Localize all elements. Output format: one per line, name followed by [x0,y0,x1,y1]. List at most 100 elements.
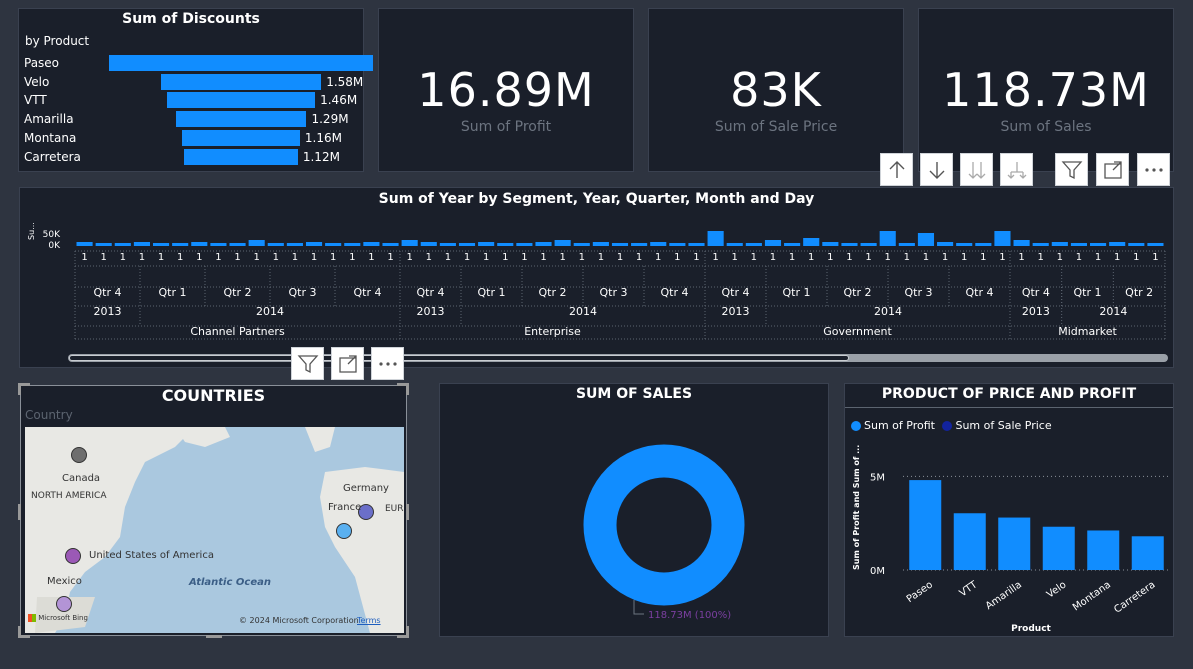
discounts-panel[interactable]: Sum of Discounts by Product Paseo Velo 1.5… [18,8,373,172]
timeline-bar[interactable] [95,243,112,246]
map-point-france[interactable] [336,523,352,539]
resize-handle[interactable] [397,383,409,395]
timeline-bar[interactable] [1013,240,1030,246]
more-options-button[interactable] [1137,153,1170,186]
timeline-bar[interactable] [841,243,858,246]
timeline-bar[interactable] [1109,242,1126,246]
resize-handle[interactable] [18,626,30,638]
timeline-bar[interactable] [554,240,571,246]
timeline-bar[interactable] [1051,242,1068,246]
map-focus-mode-button[interactable] [331,347,364,380]
drill-up-button[interactable] [880,153,913,186]
funnel-bar[interactable] [166,92,316,109]
timeline-bar[interactable] [133,242,150,246]
scrollbar-thumb[interactable] [69,355,849,361]
timeline-bar[interactable] [611,243,629,246]
expand-next-button[interactable] [1000,153,1033,186]
timeline-bar[interactable] [248,240,265,246]
timeline-bar[interactable] [305,242,323,246]
timeline-bar[interactable] [669,243,686,246]
timeline-bar[interactable] [363,242,380,246]
horizontal-scrollbar[interactable] [68,354,1168,362]
timeline-bar[interactable] [592,242,609,246]
funnel-bar[interactable] [109,55,373,71]
filter-button[interactable] [1055,153,1088,186]
timeline-bar[interactable] [114,243,131,246]
timeline-bar[interactable] [975,243,992,246]
timeline-bar[interactable] [516,243,533,246]
timeline-bar[interactable] [937,242,954,246]
timeline-bar[interactable] [172,243,189,246]
map-point-canada[interactable] [71,447,87,463]
map-canvas[interactable]: NORTH AMERICA Atlantic Ocean EUR Canada … [25,427,404,633]
timeline-bar[interactable] [784,243,801,246]
timeline-bar[interactable] [76,242,93,246]
product-chart-panel[interactable]: PRODUCT OF PRICE AND PROFIT Sum of Profi… [844,383,1174,637]
timeline-bar[interactable] [898,243,915,246]
timeline-bar[interactable] [631,243,648,246]
timeline-bar[interactable] [420,242,437,246]
timeline-bar[interactable] [726,243,743,246]
profit-bar[interactable] [1042,526,1075,570]
kpi-card-profit[interactable]: 16.89M Sum of Profit [378,8,634,172]
timeline-bar[interactable] [535,242,552,246]
timeline-bar[interactable] [1128,243,1145,246]
timeline-bar[interactable] [822,242,839,246]
timeline-bar[interactable] [401,240,418,246]
timeline-bar[interactable] [573,243,590,246]
kpi-card-sale-price[interactable]: 83K Sum of Sale Price [648,8,904,172]
timeline-bar[interactable] [478,242,495,246]
profit-bar[interactable] [998,517,1031,570]
sales-donut-panel[interactable]: SUM OF SALES 118.73M (100%) [439,383,829,637]
timeline-bar[interactable] [382,243,399,246]
map-filter-button[interactable] [291,347,324,380]
profit-bar[interactable] [1131,536,1164,570]
countries-panel[interactable]: COUNTRIES Country NORTH AMERICA Atlantic… [18,383,409,638]
timeline-bar[interactable] [325,243,342,246]
focus-mode-button[interactable] [1096,153,1129,186]
timeline-bar[interactable] [286,243,303,246]
timeline-bar[interactable] [191,242,208,246]
timeline-bar[interactable] [1070,243,1088,246]
timeline-bar[interactable] [210,243,227,246]
timeline-bar[interactable] [956,243,973,246]
timeline-bar[interactable] [344,243,361,246]
funnel-bar[interactable] [175,111,307,128]
map-terms-link[interactable]: Terms [357,616,381,625]
profit-bar[interactable] [909,480,942,570]
timeline-bar[interactable] [439,243,456,246]
timeline-bar[interactable] [860,243,877,246]
expand-all-button[interactable] [960,153,993,186]
timeline-bar[interactable] [1090,243,1107,246]
timeline-bar[interactable] [458,243,476,246]
timeline-bar[interactable] [994,231,1011,246]
map-point-usa[interactable] [65,548,81,564]
timeline-bar[interactable] [879,231,896,246]
timeline-bar[interactable] [152,243,170,246]
profit-bar[interactable] [953,513,986,570]
timeline-bar[interactable] [650,242,667,246]
kpi-card-sales[interactable]: 118.73M Sum of Sales [918,8,1174,172]
resize-handle[interactable] [406,504,409,520]
timeline-bar[interactable] [267,243,284,246]
timeline-bar[interactable] [707,231,724,246]
resize-handle[interactable] [18,504,21,520]
timeline-bar[interactable] [688,243,705,246]
map-point-mexico[interactable] [56,596,72,612]
map-more-options-button[interactable] [371,347,404,380]
funnel-bar[interactable] [184,148,298,165]
timeline-bar[interactable] [745,243,762,246]
resize-handle[interactable] [397,626,409,638]
resize-handle[interactable] [18,383,30,395]
timeline-bar[interactable] [803,238,820,246]
donut-slice[interactable] [583,444,745,606]
resize-handle[interactable] [206,635,222,638]
drill-down-button[interactable] [920,153,953,186]
timeline-bar[interactable] [917,233,935,246]
timeline-bar[interactable] [229,243,246,246]
funnel-bar[interactable] [182,129,300,146]
timeline-panel[interactable]: Sum of Year by Segment, Year, Quarter, M… [19,187,1174,368]
timeline-bar[interactable] [1147,243,1164,246]
profit-bar[interactable] [1087,530,1120,570]
timeline-bar[interactable] [497,243,514,246]
